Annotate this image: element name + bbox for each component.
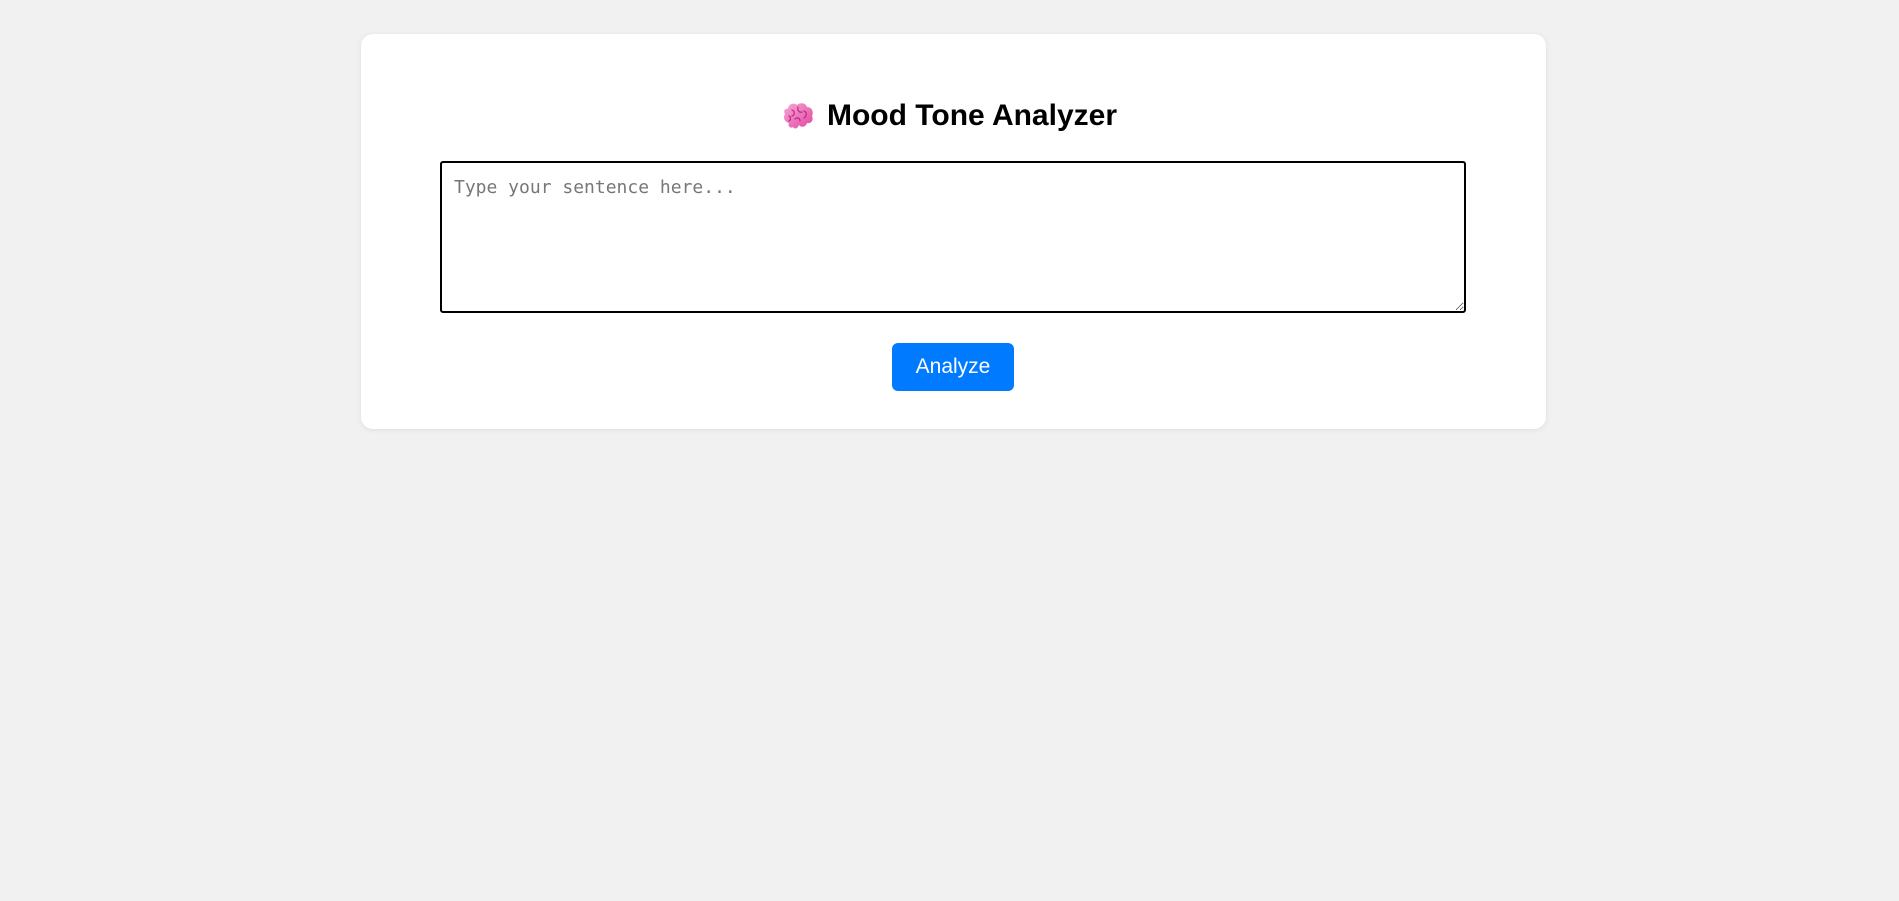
sentence-input[interactable] xyxy=(440,161,1466,313)
analyze-button[interactable]: Analyze xyxy=(892,343,1014,391)
page-title: Mood Tone Analyzer xyxy=(0,96,1899,136)
title-text: Mood Tone Analyzer xyxy=(826,99,1117,132)
brain-icon xyxy=(782,101,815,131)
